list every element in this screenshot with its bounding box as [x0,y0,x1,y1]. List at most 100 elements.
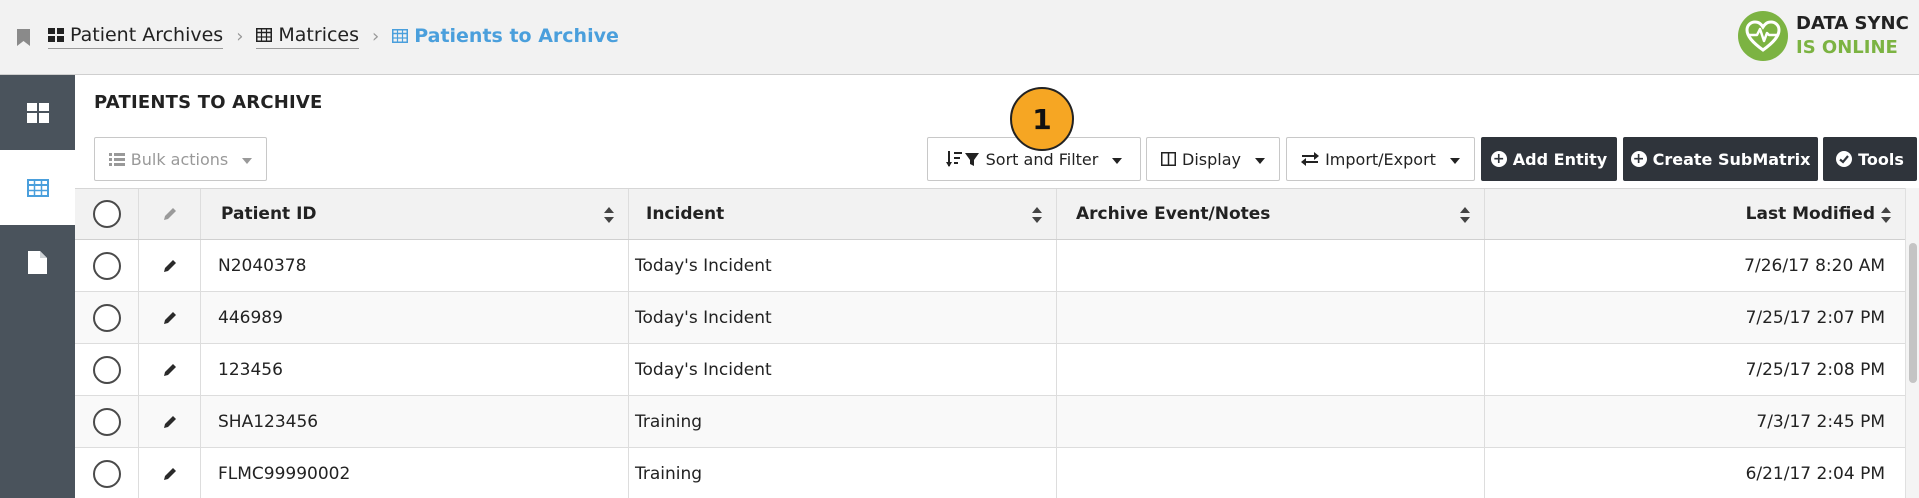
breadcrumb: Patient Archives › Matrices › Patients t… [48,24,619,49]
sort-icon[interactable] [1881,206,1891,224]
add-entity-label: Add Entity [1512,149,1608,169]
archive-notes-cell [1057,344,1485,395]
breadcrumb-patient-archives[interactable]: Patient Archives [48,24,224,49]
dashboard-icon [48,27,64,43]
incident-cell: Today's Incident [629,292,1057,343]
sidebar [0,75,75,498]
breadcrumb-label: Matrices [278,24,360,46]
column-header-label: Last Modified [1745,204,1875,224]
row-select-cell [75,240,139,291]
annotation-badge: 1 [1010,87,1074,151]
table-header-row: Patient ID Incident Archive Event/Notes … [75,188,1905,240]
import-export-button[interactable]: Import/Export [1286,137,1475,181]
sync-label: DATA SYNC [1796,13,1909,34]
row-select-radio[interactable] [92,355,121,384]
chevron-right-icon: › [372,26,380,47]
column-header-last-modified[interactable]: Last Modified [1485,189,1905,239]
pencil-icon[interactable] [162,362,178,378]
bulk-actions-button[interactable]: Bulk actions [94,137,267,181]
incident-cell: Training [629,396,1057,447]
sync-status: IS ONLINE [1796,37,1898,58]
last-modified-cell: 6/21/17 2:04 PM [1745,463,1885,484]
breadcrumb-matrices[interactable]: Matrices [256,24,360,49]
breadcrumb-patients-to-archive: Patients to Archive [392,25,619,49]
incident-cell: Training [629,448,1057,498]
document-icon [28,251,47,274]
breadcrumb-label: Patient Archives [70,24,224,46]
check-circle-icon [1836,151,1853,167]
table-row[interactable]: 123456 Today's Incident 7/25/17 2:08 PM [75,344,1905,396]
archive-notes-cell [1057,396,1485,447]
main-content: PATIENTS TO ARCHIVE 1 Bulk actions Sort … [75,75,1919,498]
archive-notes-cell [1057,240,1485,291]
sort-icon[interactable] [1032,206,1042,224]
row-edit-cell [139,292,201,343]
scrollbar-thumb[interactable] [1909,243,1917,383]
heart-pulse-icon [1738,11,1788,61]
table-row[interactable]: N2040378 Today's Incident 7/26/17 8:20 A… [75,240,1905,292]
last-modified-cell: 7/25/17 2:07 PM [1745,307,1885,328]
sort-icon[interactable] [604,206,614,224]
row-select-cell [75,396,139,447]
chevron-right-icon: › [236,26,244,47]
bookmark-icon[interactable] [17,29,30,46]
row-select-radio[interactable] [92,251,121,280]
table-row[interactable]: SHA123456 Training 7/3/17 2:45 PM [75,396,1905,448]
plus-circle-icon: + [1490,151,1507,167]
table-row[interactable]: FLMC99990002 Training 6/21/17 2:04 PM [75,448,1905,498]
row-select-radio[interactable] [92,459,121,488]
create-submatrix-label: Create SubMatrix [1652,149,1811,169]
row-select-radio[interactable] [92,303,121,332]
table-row[interactable]: 446989 Today's Incident 7/25/17 2:07 PM [75,292,1905,344]
caret-down-icon [1449,158,1460,164]
column-header-patient-id[interactable]: Patient ID [201,189,629,239]
column-header-archive-notes[interactable]: Archive Event/Notes [1057,189,1485,239]
patient-id-cell: 446989 [201,292,629,343]
row-select-cell [75,448,139,498]
tools-label: Tools [1858,149,1904,169]
patient-id-cell: FLMC99990002 [201,448,629,498]
sidebar-item-dashboard[interactable] [0,75,75,150]
row-select-cell [75,344,139,395]
pencil-icon[interactable] [162,310,178,326]
pencil-icon[interactable] [162,258,178,274]
pencil-icon [163,208,176,220]
patient-id-cell: SHA123456 [201,396,629,447]
row-select-radio[interactable] [92,407,121,436]
tools-button[interactable]: Tools [1823,137,1917,181]
patients-table: Patient ID Incident Archive Event/Notes … [75,188,1905,498]
incident-cell: Today's Incident [629,344,1057,395]
table-icon [256,28,273,42]
create-submatrix-button[interactable]: + Create SubMatrix [1623,137,1818,181]
bulk-actions-label: Bulk actions [130,149,229,169]
list-icon [108,152,125,166]
dashboard-icon [26,102,49,123]
last-modified-cell: 7/3/17 2:45 PM [1756,411,1885,432]
sort-icon[interactable] [1460,206,1470,224]
sidebar-item-documents[interactable] [0,225,75,300]
data-sync-status: DATA SYNC IS ONLINE [1738,11,1909,61]
display-label: Display [1182,149,1241,169]
column-header-label: Archive Event/Notes [1076,204,1271,224]
plus-circle-icon: + [1630,151,1647,167]
sort-and-filter-label: Sort and Filter [985,149,1099,169]
column-header-incident[interactable]: Incident [629,189,1057,239]
archive-notes-cell [1057,292,1485,343]
last-modified-cell: 7/25/17 2:08 PM [1745,359,1885,380]
top-header: Patient Archives › Matrices › Patients t… [0,0,1919,75]
row-select-cell [75,292,139,343]
archive-notes-cell [1057,448,1485,498]
add-entity-button[interactable]: + Add Entity [1481,137,1617,181]
pencil-icon[interactable] [162,414,178,430]
display-button[interactable]: Display [1146,137,1280,181]
sidebar-item-matrices[interactable] [0,150,75,225]
table-icon [26,178,49,197]
select-all-radio[interactable] [92,200,121,228]
row-edit-cell [139,344,201,395]
column-header-label: Incident [646,204,725,224]
table-scrollbar[interactable] [1905,188,1919,498]
columns-icon [1161,152,1176,166]
pencil-icon[interactable] [162,466,178,482]
import-export-label: Import/Export [1325,149,1436,169]
incident-cell: Today's Incident [629,240,1057,291]
